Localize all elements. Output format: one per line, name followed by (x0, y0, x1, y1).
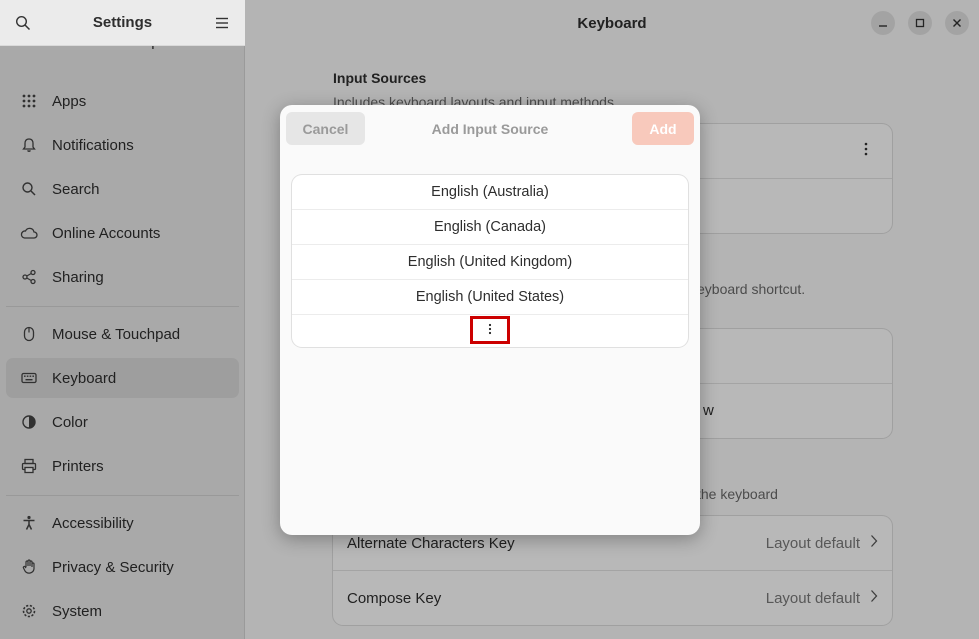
vertical-dots-icon (488, 322, 492, 339)
add-button[interactable]: Add (632, 112, 694, 145)
more-languages-button[interactable] (470, 316, 510, 344)
sidebar-header: Settings (0, 0, 245, 46)
list-item[interactable]: English (United States) (292, 280, 688, 315)
hamburger-menu-icon[interactable] (212, 13, 232, 33)
cancel-button[interactable]: Cancel (286, 112, 365, 145)
list-item[interactable]: English (Australia) (292, 175, 688, 210)
list-item[interactable]: English (Canada) (292, 210, 688, 245)
sidebar-title: Settings (92, 14, 153, 31)
search-icon[interactable] (13, 13, 33, 33)
add-input-source-dialog: Cancel Add Input Source Add English (Aus… (280, 105, 700, 535)
list-item[interactable]: English (United Kingdom) (292, 245, 688, 280)
language-list: English (Australia) English (Canada) Eng… (292, 175, 688, 347)
